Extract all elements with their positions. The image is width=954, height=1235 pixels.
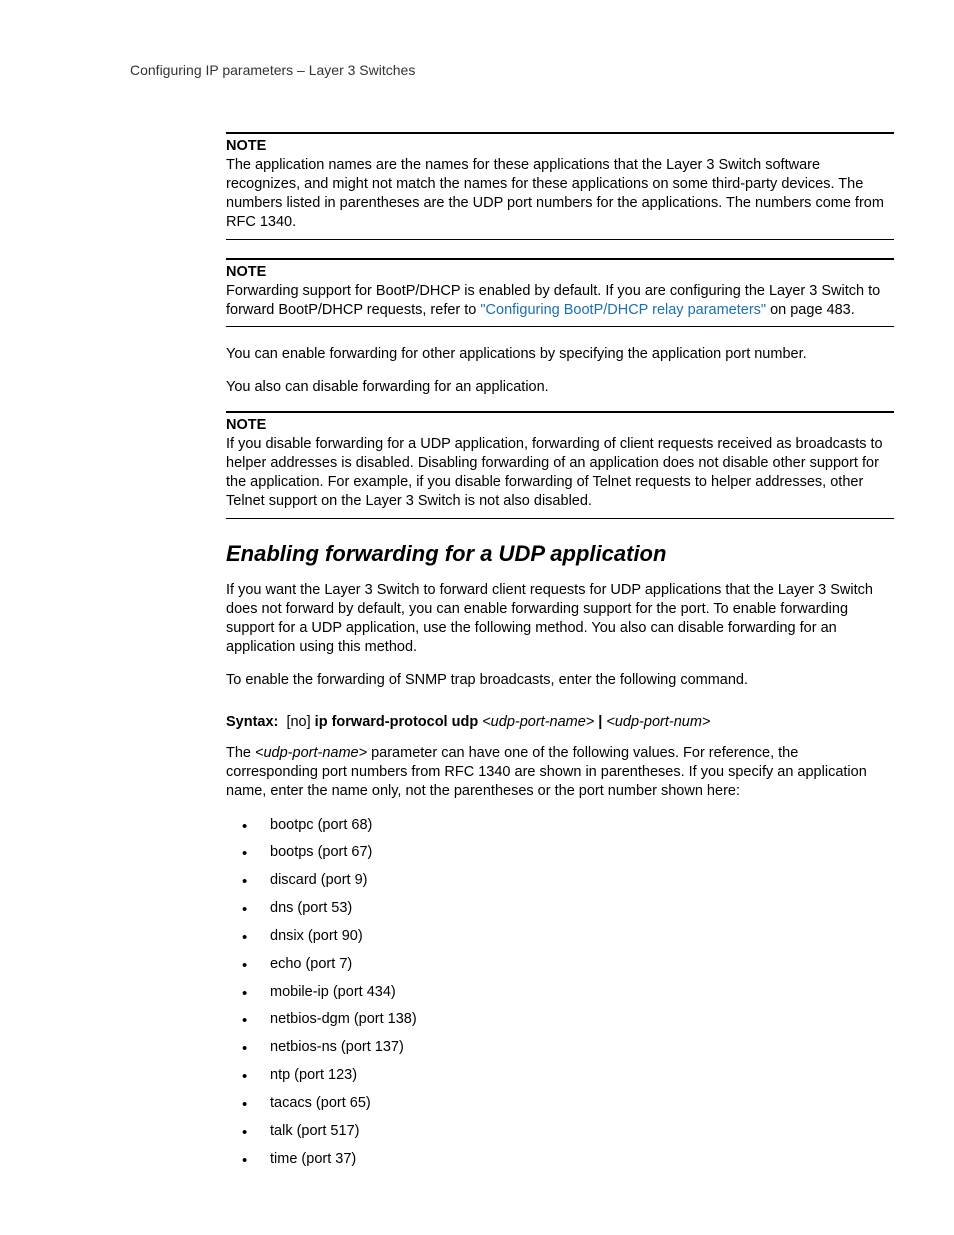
note-block-1: NOTE The application names are the names…	[226, 132, 894, 240]
list-item: dns (port 53)	[242, 899, 894, 918]
paragraph: You also can disable forwarding for an a…	[226, 378, 894, 397]
section-heading: Enabling forwarding for a UDP applicatio…	[226, 541, 894, 567]
note-text-post: on page 483.	[766, 302, 855, 318]
note-block-3: NOTE If you disable forwarding for a UDP…	[226, 411, 894, 519]
list-item: echo (port 7)	[242, 955, 894, 974]
syntax-arg: <udp-port-name>	[482, 714, 594, 730]
cross-reference-link[interactable]: "Configuring BootP/DHCP relay parameters…	[480, 302, 766, 318]
note-text: If you disable forwarding for a UDP appl…	[226, 435, 894, 512]
syntax-command: ip forward-protocol udp	[315, 714, 479, 730]
list-item: bootpc (port 68)	[242, 816, 894, 835]
rule	[226, 411, 894, 413]
text: The	[226, 745, 255, 761]
list-item: dnsix (port 90)	[242, 927, 894, 946]
rule	[226, 239, 894, 240]
paragraph: If you want the Layer 3 Switch to forwar…	[226, 581, 894, 658]
list-item: mobile-ip (port 434)	[242, 983, 894, 1002]
syntax-optional: [no]	[286, 714, 310, 730]
port-list: bootpc (port 68) bootps (port 67) discar…	[242, 816, 894, 1169]
syntax-pipe: |	[598, 714, 602, 730]
list-item: discard (port 9)	[242, 871, 894, 890]
list-item: tacacs (port 65)	[242, 1094, 894, 1113]
list-item: ntp (port 123)	[242, 1066, 894, 1085]
paragraph: To enable the forwarding of SNMP trap br…	[226, 671, 894, 690]
list-item: talk (port 517)	[242, 1122, 894, 1141]
breadcrumb: Configuring IP parameters – Layer 3 Swit…	[130, 62, 415, 78]
note-label: NOTE	[226, 417, 894, 433]
note-text: Forwarding support for BootP/DHCP is ena…	[226, 282, 894, 320]
note-label: NOTE	[226, 264, 894, 280]
page: Configuring IP parameters – Layer 3 Swit…	[0, 0, 954, 1235]
list-item: time (port 37)	[242, 1150, 894, 1169]
list-item: netbios-dgm (port 138)	[242, 1010, 894, 1029]
paragraph: The <udp-port-name> parameter can have o…	[226, 744, 894, 801]
rule	[226, 518, 894, 519]
note-text: The application names are the names for …	[226, 156, 894, 233]
paragraph: You can enable forwarding for other appl…	[226, 345, 894, 364]
syntax-arg: <udp-port-num>	[606, 714, 710, 730]
parameter-name: <udp-port-name>	[255, 745, 367, 761]
rule	[226, 326, 894, 327]
page-content: NOTE The application names are the names…	[226, 132, 894, 1168]
note-label: NOTE	[226, 138, 894, 154]
rule	[226, 132, 894, 134]
list-item: netbios-ns (port 137)	[242, 1038, 894, 1057]
list-item: bootps (port 67)	[242, 843, 894, 862]
page-header: Configuring IP parameters – Layer 3 Swit…	[130, 62, 894, 78]
syntax-label: Syntax:	[226, 714, 278, 730]
note-block-2: NOTE Forwarding support for BootP/DHCP i…	[226, 258, 894, 327]
syntax-line: Syntax: [no] ip forward-protocol udp <ud…	[226, 714, 894, 730]
rule	[226, 258, 894, 260]
